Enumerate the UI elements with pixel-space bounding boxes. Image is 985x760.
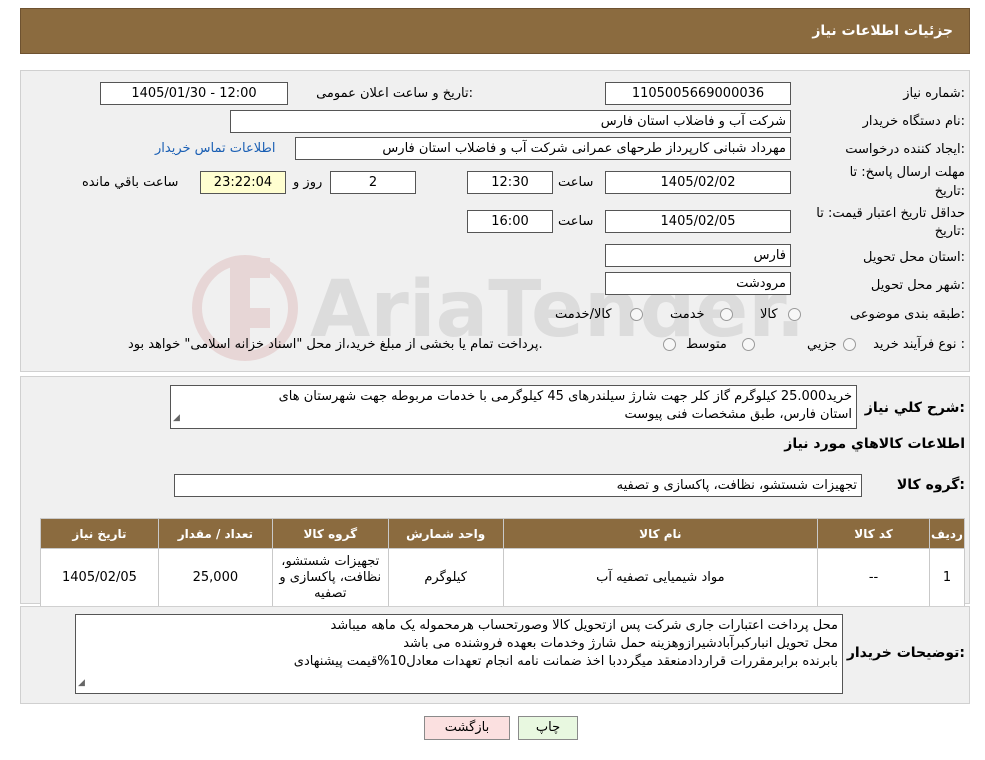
cell-goods-name: مواد شیمیایی تصفیه آب (502, 548, 819, 607)
need-number-label: شماره نیاز: (903, 86, 965, 101)
col-goods-name: نام کالا (502, 518, 819, 549)
buyer-org-label: نام دستگاه خریدار: (862, 114, 965, 129)
treasury-checkbox[interactable] (663, 338, 676, 351)
category-radio-goods[interactable] (788, 308, 801, 321)
days-label: روز و (293, 175, 323, 190)
city-field: مرودشت (605, 272, 791, 295)
col-row-number: رديف (928, 518, 966, 549)
reply-time-label: ساعت (558, 175, 594, 190)
days-field: 2 (330, 171, 416, 194)
announce-field: 1405/01/30 - 12:00 (100, 82, 288, 105)
process-label: نوع فرآیند خرید : (873, 337, 965, 352)
col-goods-group: گروه کالا (271, 518, 389, 549)
process-radio-minor[interactable] (843, 338, 856, 351)
page-header: جزئیات اطلاعات نیاز (20, 8, 970, 54)
cell-row-number: 1 (928, 548, 966, 607)
remaining-label: ساعت باقي مانده (82, 175, 179, 190)
page-title: جزئیات اطلاعات نیاز (812, 23, 953, 39)
remaining-time-field: 23:22:04 (200, 171, 286, 194)
price-validity-label-2: تاریخ: (934, 224, 965, 239)
items-table: تاریخ نیاز تعداد / مقدار گروه کالا واحد … (40, 518, 966, 607)
col-unit: واحد شمارش (387, 518, 504, 549)
announce-label: تاریخ و ساعت اعلان عمومی: (316, 86, 473, 101)
buyer-notes-line-1: محل پرداخت اعتبارات جاری شرکت پس ازتحویل… (330, 618, 838, 633)
col-goods-code: کد کالا (817, 518, 930, 549)
summary-text-line-1: خرید25.000 کیلوگرم گاز کلر جهت شارژ سیلن… (278, 389, 852, 404)
back-button[interactable]: بازگشت (424, 716, 510, 740)
process-option-minor: جزيي (807, 337, 837, 352)
resize-grip-icon[interactable]: ◢ (78, 674, 85, 692)
cell-goods-group: تجهیزات شستشو، نظافت، پاکسازی و تصفیه (271, 548, 389, 607)
price-validity-time-field: 16:00 (467, 210, 553, 233)
summary-label: شرح کلي نياز: (864, 400, 965, 416)
buyer-notes-label: توضیحات خریدار: (846, 645, 965, 661)
buyer-notes-text[interactable]: محل پرداخت اعتبارات جاری شرکت پس ازتحویل… (75, 614, 843, 694)
province-field: فارس (605, 244, 791, 267)
price-validity-label: حداقل تاریخ اعتبار قیمت: تا (816, 206, 965, 221)
category-label: طبقه بندی موضوعی: (849, 307, 965, 322)
category-option-goods: کالا (760, 307, 778, 322)
buyer-contact-link[interactable]: اطلاعات تماس خریدار (155, 141, 275, 156)
reply-deadline-label-2: تاریخ: (934, 184, 965, 199)
reply-date-field: 1405/02/02 (605, 171, 791, 194)
summary-text[interactable]: خرید25.000 کیلوگرم گاز کلر جهت شارژ سیلن… (170, 385, 857, 429)
process-note: پرداخت تمام یا بخشی از مبلغ خرید،از محل … (128, 337, 543, 352)
table-row[interactable]: 1405/02/05 25,000 تجهیزات شستشو، نظافت، … (40, 548, 966, 607)
category-radio-goods-service[interactable] (630, 308, 643, 321)
requester-field: مهرداد شبانی کارپرداز طرحهای عمرانی شرکت… (295, 137, 791, 160)
requester-label: ایجاد کننده درخواست: (845, 142, 965, 157)
print-button[interactable]: چاپ (518, 716, 578, 740)
col-quantity: تعداد / مقدار (157, 518, 273, 549)
cell-goods-code: -- (817, 548, 930, 607)
buyer-notes-line-2: محل تحویل انبارکبرآبادشیرازوهزینه حمل شا… (403, 636, 838, 651)
category-radio-service[interactable] (720, 308, 733, 321)
reply-deadline-label: مهلت ارسال پاسخ: تا (849, 165, 965, 180)
cell-need-date: 1405/02/05 (40, 548, 159, 607)
city-label: شهر محل تحویل: (870, 278, 965, 293)
category-option-service: خدمت (670, 307, 705, 322)
goods-group-field: تجهیزات شستشو، نظافت، پاکسازی و تصفیه (174, 474, 862, 497)
reply-time-field: 12:30 (467, 171, 553, 194)
goods-info-title: اطلاعات کالاهاي مورد نياز (784, 436, 965, 452)
province-label: استان محل تحویل: (863, 250, 965, 265)
buyer-notes-line-3: بابرنده برابرمقررات قراردادمنعقد میگرددب… (293, 654, 838, 669)
price-validity-date-field: 1405/02/05 (605, 210, 791, 233)
price-validity-time-label: ساعت (558, 214, 594, 229)
summary-text-line-2: استان فارس، طبق مشخصات فنی پیوست (624, 407, 852, 422)
process-radio-medium[interactable] (742, 338, 755, 351)
col-need-date: تاریخ نیاز (40, 518, 159, 549)
cell-unit: کیلوگرم (387, 548, 504, 607)
buyer-org-field: شرکت آب و فاضلاب استان فارس (230, 110, 791, 133)
goods-group-label: گروه کالا: (896, 477, 965, 493)
cell-quantity: 25,000 (157, 548, 273, 607)
table-header-row: تاریخ نیاز تعداد / مقدار گروه کالا واحد … (40, 518, 966, 549)
resize-grip-icon[interactable]: ◢ (173, 409, 180, 427)
need-number-field: 1105005669000036 (605, 82, 791, 105)
category-option-goods-service: کالا/خدمت (555, 307, 612, 322)
process-option-medium: متوسط (686, 337, 727, 352)
